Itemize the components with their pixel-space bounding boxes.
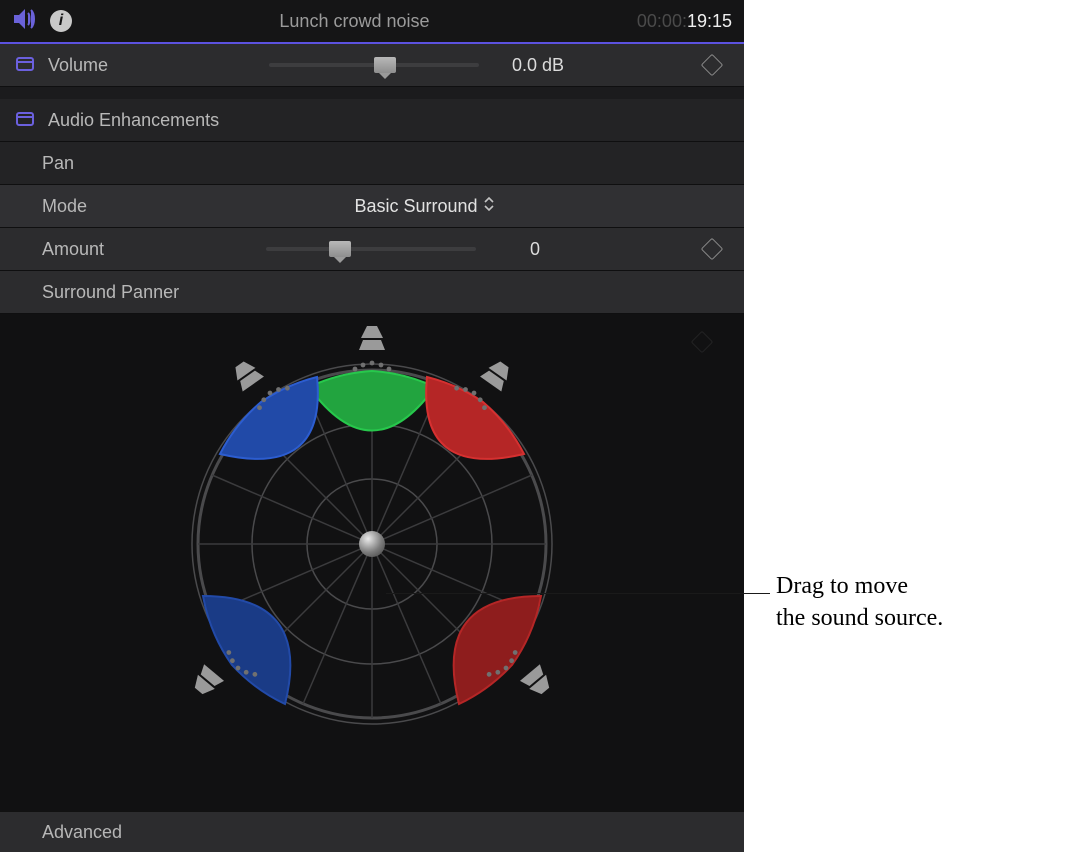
panner-keyframe-icon[interactable] bbox=[691, 331, 714, 354]
section-icon bbox=[16, 55, 34, 76]
section-icon bbox=[16, 110, 34, 131]
audio-inspector-panel: i Lunch crowd noise 00:00:19:15 Volume 0… bbox=[0, 0, 744, 852]
pan-row: Pan bbox=[0, 142, 744, 185]
volume-value[interactable]: 0.0 dB bbox=[493, 55, 583, 76]
volume-row: Volume 0.0 dB bbox=[0, 44, 744, 87]
surround-panner-label: Surround Panner bbox=[42, 282, 179, 303]
mode-row: Mode Basic Surround bbox=[0, 185, 744, 228]
volume-keyframe-icon[interactable] bbox=[701, 54, 724, 77]
surround-panner[interactable] bbox=[162, 334, 582, 754]
amount-label: Amount bbox=[42, 239, 142, 260]
clip-title: Lunch crowd noise bbox=[84, 11, 625, 32]
surround-panner-area: Advanced bbox=[0, 314, 744, 852]
chevron-updown-icon bbox=[484, 196, 494, 217]
timecode: 00:00:19:15 bbox=[637, 11, 732, 32]
inspector-header: i Lunch crowd noise 00:00:19:15 bbox=[0, 0, 744, 42]
callout-leader-line bbox=[386, 593, 770, 594]
mode-label: Mode bbox=[42, 196, 142, 217]
enhancements-label: Audio Enhancements bbox=[48, 110, 219, 131]
callout-text: Drag to move the sound source. bbox=[776, 570, 1056, 635]
speaker-center-icon bbox=[355, 322, 389, 356]
amount-keyframe-icon[interactable] bbox=[701, 238, 724, 261]
surround-panner-label-row: Surround Panner bbox=[0, 271, 744, 314]
amount-value[interactable]: 0 bbox=[490, 239, 580, 260]
audio-enhancements-header[interactable]: Audio Enhancements bbox=[0, 99, 744, 142]
panner-puck[interactable] bbox=[359, 531, 385, 557]
info-tab-icon[interactable]: i bbox=[50, 10, 72, 32]
amount-row: Amount 0 bbox=[0, 228, 744, 271]
audio-tab-icon[interactable] bbox=[12, 8, 38, 35]
mode-select[interactable]: Basic Surround bbox=[354, 196, 493, 217]
volume-slider[interactable] bbox=[269, 63, 479, 67]
amount-slider[interactable] bbox=[266, 247, 476, 251]
volume-label: Volume bbox=[48, 55, 148, 76]
advanced-disclosure[interactable]: Advanced bbox=[0, 811, 744, 852]
pan-label: Pan bbox=[42, 153, 74, 174]
